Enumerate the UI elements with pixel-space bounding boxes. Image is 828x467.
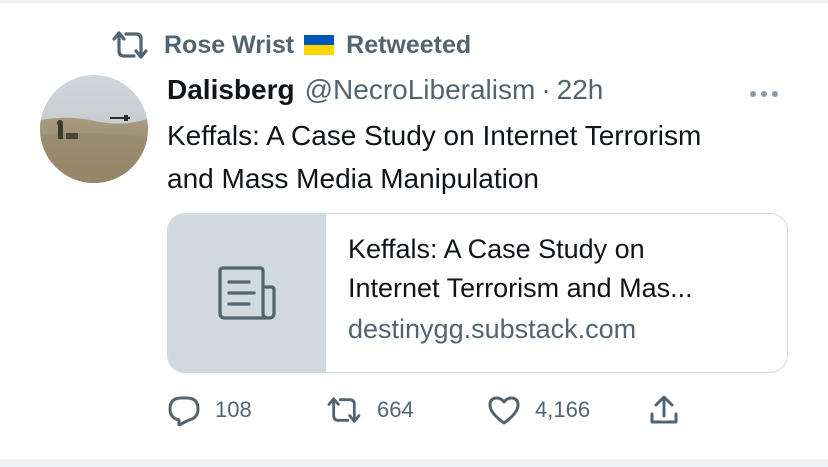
ukraine-flag-icon [304, 35, 335, 55]
card-title-line-1: Keffals: A Case Study on [348, 234, 645, 264]
tweet-header: Dalisberg @NecroLiberalism · 22h [167, 70, 603, 110]
retweet-count: 664 [377, 397, 414, 422]
share-button[interactable] [649, 392, 693, 428]
display-name[interactable]: Dalisberg [167, 74, 295, 106]
timestamp[interactable]: 22h [557, 74, 604, 106]
retweet-button[interactable]: 664 [325, 392, 414, 428]
more-options-icon[interactable] [750, 84, 786, 98]
reply-button[interactable]: 108 [167, 392, 252, 428]
separator-dot: · [541, 74, 551, 105]
retweeter-name[interactable]: Rose Wrist [164, 31, 294, 60]
retweet-action-icon [327, 397, 361, 423]
card-domain: destinygg.substack.com [348, 314, 637, 344]
avatar[interactable] [40, 75, 148, 183]
reply-icon [168, 396, 200, 426]
card-title: Keffals: A Case Study on Internet Terror… [348, 230, 768, 308]
bottom-divider [0, 459, 828, 467]
tweet-text-line-1: Keffals: A Case Study on Internet Terror… [167, 120, 702, 151]
card-title-line-2: Internet Terrorism and Mas... [348, 273, 693, 303]
tweet-text: Keffals: A Case Study on Internet Terror… [167, 114, 807, 200]
reply-count: 108 [215, 397, 252, 422]
heart-icon [488, 396, 520, 425]
like-button[interactable]: 4,166 [487, 392, 590, 428]
card-thumbnail [168, 214, 326, 372]
action-bar: 108 664 4,166 [167, 392, 687, 428]
card-body: Keffals: A Case Study on Internet Terror… [326, 214, 787, 372]
retweet-icon [112, 31, 148, 59]
like-count: 4,166 [535, 397, 591, 422]
retweeted-label: Retweeted [346, 30, 472, 59]
avatar-image [40, 75, 148, 183]
share-icon [650, 395, 678, 424]
top-divider [0, 0, 828, 3]
article-icon [218, 266, 276, 320]
retweet-header[interactable]: Rose Wrist Retweeted [110, 28, 471, 62]
link-card[interactable]: Keffals: A Case Study on Internet Terror… [167, 213, 788, 373]
tweet-text-line-2: and Mass Media Manipulation [167, 163, 539, 194]
user-handle[interactable]: @NecroLiberalism [305, 74, 536, 106]
